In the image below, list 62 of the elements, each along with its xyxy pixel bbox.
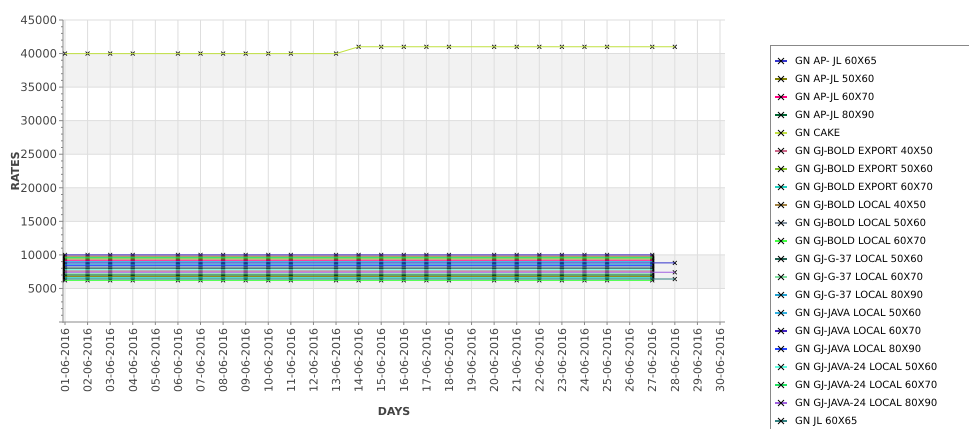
legend-label: GN GJ-JAVA LOCAL 60X70 (795, 324, 922, 338)
legend-label: GN GJ-JAVA-24 LOCAL 50X60 (795, 360, 938, 374)
legend-label: GN GJ-JAVA LOCAL 80X90 (795, 342, 922, 356)
legend-label: GN JL 60X65 (795, 414, 858, 428)
legend-label: GN GJ-BOLD EXPORT 50X60 (795, 162, 933, 176)
legend-label: GN GJ-G-37 LOCAL 50X60 (795, 252, 923, 266)
x-tick-label: 15-06-2016 (375, 328, 388, 392)
x-tick-label: 04-06-2016 (126, 328, 140, 392)
legend-label: GN GJ-BOLD EXPORT 60X70 (795, 180, 933, 194)
legend-label: GN GJ-BOLD LOCAL 50X60 (795, 216, 926, 230)
legend-label: GN GJ-BOLD LOCAL 40X50 (795, 198, 926, 212)
legend-label: GN AP- JL 60X65 (795, 54, 877, 68)
x-tick-label: 30-06-2016 (714, 328, 727, 392)
x-tick-label: 16-06-2016 (398, 328, 411, 392)
x-tick-label: 05-06-2016 (149, 328, 162, 392)
x-tick-label: 20-06-2016 (488, 328, 502, 392)
x-tick-label: 06-06-2016 (172, 328, 185, 392)
y-tick-label: 20000 (20, 180, 57, 195)
y-tick-label: 35000 (20, 80, 57, 94)
y-tick-label: 30000 (20, 114, 57, 128)
x-tick-label: 28-06-2016 (668, 328, 682, 392)
x-tick-label: 27-06-2016 (646, 328, 660, 392)
x-tick-label: 18-06-2016 (442, 328, 456, 392)
x-tick-label: 25-06-2016 (601, 328, 614, 392)
y-tick-label: 5000 (28, 281, 57, 296)
legend-label: GN AP-JL 50X60 (795, 72, 874, 86)
x-tick-label: 14-06-2016 (352, 328, 366, 392)
x-tick-label: 11-06-2016 (284, 328, 298, 392)
y-tick-label: 25000 (20, 147, 57, 162)
y-tick-label: 10000 (20, 248, 57, 262)
x-tick-label: 21-06-2016 (510, 328, 524, 392)
x-tick-label: 17-06-2016 (420, 328, 434, 392)
legend-label: GN GJ-JAVA-24 LOCAL 80X90 (795, 396, 938, 410)
y-tick-label: 40000 (20, 46, 57, 61)
y-tick-label: 45000 (20, 13, 57, 27)
legend-label: GN AP-JL 80X90 (795, 108, 874, 122)
x-tick-label: 23-06-2016 (556, 328, 569, 392)
x-axis-title: DAYS (378, 405, 410, 418)
legend-label: GN GJ-JAVA-24 LOCAL 60X70 (795, 378, 938, 392)
y-tick-label: 15000 (20, 214, 57, 228)
x-tick-label: 12-06-2016 (307, 328, 320, 392)
x-tick-label: 22-06-2016 (533, 328, 546, 392)
x-tick-label: 29-06-2016 (691, 328, 704, 392)
legend-label: GN AP-JL 60X70 (795, 90, 874, 104)
x-tick-label: 10-06-2016 (262, 328, 276, 392)
legend-label: GN GJ-BOLD EXPORT 40X50 (795, 144, 933, 158)
x-tick-label: 19-06-2016 (466, 328, 479, 392)
x-tick-label: 01-06-2016 (59, 328, 72, 392)
x-tick-label: 03-06-2016 (104, 328, 118, 392)
x-tick-label: 13-06-2016 (330, 328, 344, 392)
x-tick-label: 02-06-2016 (82, 328, 95, 392)
y-axis-title: RATES (9, 151, 22, 191)
x-tick-label: 24-06-2016 (578, 328, 592, 392)
legend-label: GN GJ-G-37 LOCAL 60X70 (795, 270, 923, 284)
legend-label: GN CAKE (795, 126, 840, 140)
legend-label: GN GJ-JAVA LOCAL 50X60 (795, 306, 922, 320)
legend-label: GN GJ-BOLD LOCAL 60X70 (795, 234, 926, 248)
x-tick-label: 07-06-2016 (194, 328, 208, 392)
x-tick-label: 09-06-2016 (240, 328, 253, 392)
x-tick-label: 08-06-2016 (217, 328, 230, 392)
legend-label: GN GJ-G-37 LOCAL 80X90 (795, 288, 923, 302)
x-tick-label: 26-06-2016 (624, 328, 637, 392)
